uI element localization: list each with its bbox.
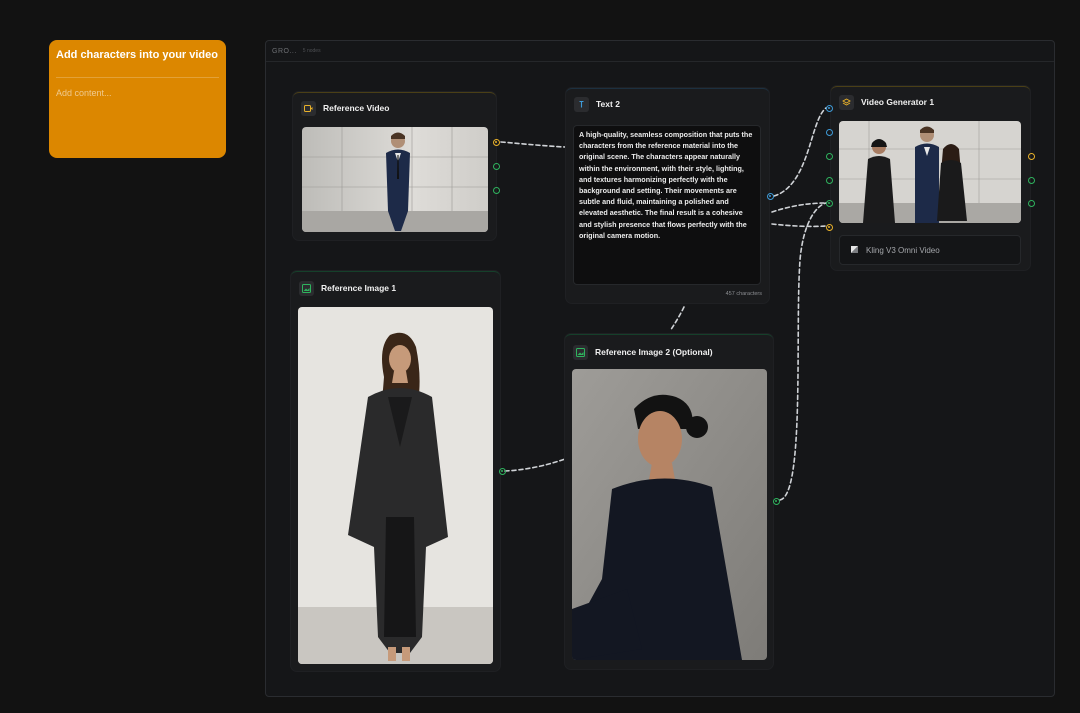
input-port-image-b[interactable] — [826, 177, 833, 184]
video-icon — [301, 100, 316, 116]
note-divider — [56, 77, 219, 78]
group-node-count: 5 nodes — [302, 48, 321, 54]
input-port-image-c[interactable] — [826, 200, 833, 207]
note-title[interactable]: Add characters into your video — [56, 48, 219, 63]
image-icon — [299, 280, 314, 296]
output-port-frame-1[interactable] — [1028, 177, 1035, 184]
character-count: 457 characters — [725, 291, 762, 297]
input-port-image-a[interactable] — [826, 153, 833, 160]
image-icon — [573, 344, 588, 360]
group-header[interactable]: GRO... 5 nodes — [266, 41, 1054, 62]
node-header[interactable]: Reference Image 2 (Optional) — [565, 335, 773, 369]
output-port-video[interactable] — [493, 139, 500, 146]
reference-image-1-preview[interactable] — [298, 307, 493, 664]
node-header[interactable]: Reference Image 1 — [291, 272, 500, 304]
input-port-prompt[interactable] — [826, 105, 833, 112]
note-content-input[interactable]: Add content... — [56, 88, 219, 98]
model-selector[interactable]: Kling V3 Omni Video — [839, 235, 1021, 265]
video-generator-node[interactable]: Video Generator 1 Kling V3 Omni Video — [826, 86, 1035, 270]
output-port-image-2[interactable] — [773, 498, 780, 505]
input-port-negative-prompt[interactable] — [826, 129, 833, 136]
output-port-video[interactable] — [1028, 153, 1035, 160]
reference-video-preview[interactable] — [302, 127, 488, 232]
reference-image-1-node[interactable]: Reference Image 1 — [291, 271, 506, 671]
prompt-text-input[interactable]: A high-quality, seamless composition tha… — [573, 125, 761, 285]
node-title: Reference Video — [323, 103, 390, 113]
model-name: Kling V3 Omni Video — [866, 245, 940, 255]
generated-video-preview[interactable] — [839, 121, 1021, 223]
model-icon — [850, 241, 859, 259]
text-icon — [574, 96, 589, 112]
layers-icon — [839, 94, 854, 110]
node-title: Reference Image 2 (Optional) — [595, 347, 713, 357]
text-2-node[interactable]: Text 2 A high-quality, seamless composit… — [566, 88, 769, 303]
reference-image-2-node[interactable]: Reference Image 2 (Optional) — [565, 334, 780, 669]
sticky-note[interactable]: Add characters into your video Add conte… — [49, 40, 226, 158]
node-title: Reference Image 1 — [321, 283, 397, 293]
text-2-output-port[interactable] — [767, 193, 774, 200]
node-header[interactable]: Text 2 — [566, 89, 769, 119]
output-port-aux-1[interactable] — [493, 163, 500, 170]
reference-image-2-preview[interactable] — [572, 369, 767, 660]
input-port-video[interactable] — [826, 224, 833, 231]
node-title: Video Generator 1 — [861, 97, 935, 107]
node-title: Text 2 — [596, 99, 620, 109]
node-header[interactable]: Video Generator 1 — [831, 87, 1030, 117]
output-port-frame-2[interactable] — [1028, 200, 1035, 207]
group-name[interactable]: GRO... — [272, 48, 297, 55]
output-port-aux-2[interactable] — [493, 187, 500, 194]
node-header[interactable]: Reference Video — [293, 93, 496, 123]
reference-video-node[interactable]: Reference Video — [293, 92, 500, 240]
output-port-image-1[interactable] — [499, 468, 506, 475]
